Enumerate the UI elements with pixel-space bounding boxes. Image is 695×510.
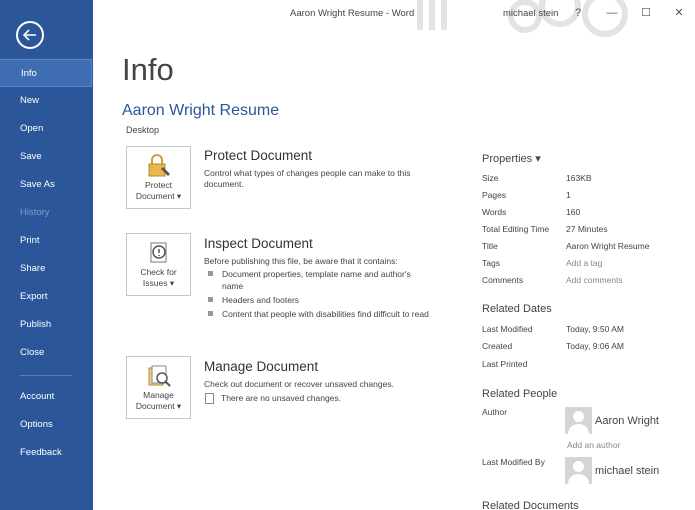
properties-dropdown[interactable]: Properties ▾ [482, 152, 541, 165]
property-label: Total Editing Time [482, 224, 550, 234]
sidebar-item-export[interactable]: Export [0, 283, 93, 311]
related-documents-title: Related Documents [482, 500, 579, 510]
author-avatar [565, 407, 592, 434]
check-for-issues-button[interactable]: Check for Issues ▾ [126, 233, 191, 296]
property-row-tags: Tags Add a tag [482, 258, 682, 272]
lock-icon [146, 153, 172, 179]
document-icon [205, 393, 214, 405]
sidebar-item-info[interactable]: Info [0, 59, 92, 87]
manage-document-icon [146, 363, 172, 389]
protect-description: Control what types of changes people can… [204, 168, 411, 189]
property-label: Comments [482, 275, 524, 285]
manage-description: Check out document or recover unsaved ch… [204, 379, 394, 389]
comments-field[interactable]: Add comments [566, 275, 623, 285]
date-label: Last Modified [482, 324, 533, 334]
property-label: Pages [482, 190, 507, 200]
restore-icon[interactable]: ☐ [636, 4, 656, 22]
signed-in-user[interactable]: michael stein [503, 8, 558, 19]
related-people-title: Related People [482, 388, 558, 400]
property-label: Tags [482, 258, 500, 268]
inspect-findings-list: Document properties, template name and a… [207, 268, 429, 322]
document-title: Aaron Wright Resume [122, 102, 280, 119]
help-icon[interactable]: ? [568, 4, 588, 22]
manage-tile-label-1: Manage [143, 390, 174, 400]
sidebar-item-feedback[interactable]: Feedback [0, 439, 93, 467]
sidebar-item-options[interactable]: Options [0, 411, 93, 439]
list-item: Headers and footers [207, 294, 429, 306]
protect-document-button[interactable]: Protect Document ▾ [126, 146, 191, 209]
modified-by-name[interactable]: michael stein [595, 465, 659, 477]
window-title: Aaron Wright Resume - Word [290, 8, 415, 19]
sidebar-item-history: History [20, 207, 50, 218]
property-row-comments: Comments Add comments [482, 275, 682, 289]
list-item: Document properties, template name and a… [207, 268, 429, 292]
sidebar-item-save-as[interactable]: Save As [0, 171, 93, 199]
protect-tile-label-2: Document ▾ [135, 191, 182, 201]
list-item: Content that people with disabilities fi… [207, 308, 429, 320]
sidebar-item-account[interactable]: Account [0, 383, 93, 411]
inspect-description: Before publishing this file, be aware th… [204, 256, 398, 266]
sidebar-item-print[interactable]: Print [0, 227, 93, 255]
property-label: Words [482, 207, 507, 217]
sidebar-divider [20, 375, 72, 376]
sidebar-item-new[interactable]: New [0, 87, 93, 115]
back-arrow-icon[interactable] [16, 21, 44, 49]
sidebar-item-share[interactable]: Share [0, 255, 93, 283]
date-row-last-modified: Last Modified Today, 9:50 AM [482, 324, 682, 338]
property-label: Title [482, 241, 498, 251]
date-label: Last Printed [482, 359, 528, 369]
sidebar-item-publish[interactable]: Publish [0, 311, 93, 339]
manage-title: Manage Document [204, 359, 319, 374]
inspect-title: Inspect Document [204, 236, 313, 251]
manage-tile-label-2: Document ▾ [135, 401, 182, 411]
author-label: Author [482, 407, 508, 417]
modified-by-avatar [565, 457, 592, 484]
property-row-words: Words 160 [482, 207, 682, 221]
unsaved-changes-text: There are no unsaved changes. [221, 393, 342, 403]
page-title: Info [122, 52, 174, 87]
property-value: 160 [566, 207, 581, 217]
date-label: Created [482, 341, 513, 351]
close-icon[interactable]: ✕ [669, 4, 689, 22]
inspect-tile-label-1: Check for [140, 267, 177, 277]
minimize-icon[interactable]: — [602, 4, 622, 22]
property-row-pages: Pages 1 [482, 190, 682, 204]
protect-title: Protect Document [204, 148, 313, 163]
protect-tile-label-1: Protect [145, 180, 172, 190]
property-value: 163KB [566, 173, 592, 183]
title-field[interactable]: Aaron Wright Resume [566, 241, 649, 251]
property-row-editing-time: Total Editing Time 27 Minutes [482, 224, 682, 238]
date-value: Today, 9:06 AM [566, 341, 624, 351]
date-value: Today, 9:50 AM [566, 324, 624, 334]
tags-field[interactable]: Add a tag [566, 258, 602, 268]
property-value: 1 [566, 190, 571, 200]
related-dates-title: Related Dates [482, 303, 552, 315]
unsaved-changes-status: There are no unsaved changes. [205, 393, 342, 405]
modified-by-label: Last Modified By [482, 457, 545, 467]
property-row-title: Title Aaron Wright Resume [482, 241, 682, 255]
property-value: 27 Minutes [566, 224, 608, 234]
author-name[interactable]: Aaron Wright [595, 415, 659, 427]
sidebar-item-close[interactable]: Close [0, 339, 93, 367]
document-location[interactable]: Desktop [126, 125, 159, 135]
manage-document-button[interactable]: Manage Document ▾ [126, 356, 191, 419]
sidebar-item-save[interactable]: Save [0, 143, 93, 171]
inspect-tile-label-2: Issues ▾ [142, 278, 175, 288]
add-author-link[interactable]: Add an author [567, 440, 620, 450]
property-label: Size [482, 173, 499, 183]
sidebar-item-open[interactable]: Open [0, 115, 93, 143]
inspect-document-icon [146, 240, 172, 266]
date-row-last-printed: Last Printed [482, 359, 682, 373]
date-row-created: Created Today, 9:06 AM [482, 341, 682, 355]
property-row-size: Size 163KB [482, 173, 682, 187]
backstage-sidebar: Info New Open Save Save As History Print… [0, 0, 93, 510]
